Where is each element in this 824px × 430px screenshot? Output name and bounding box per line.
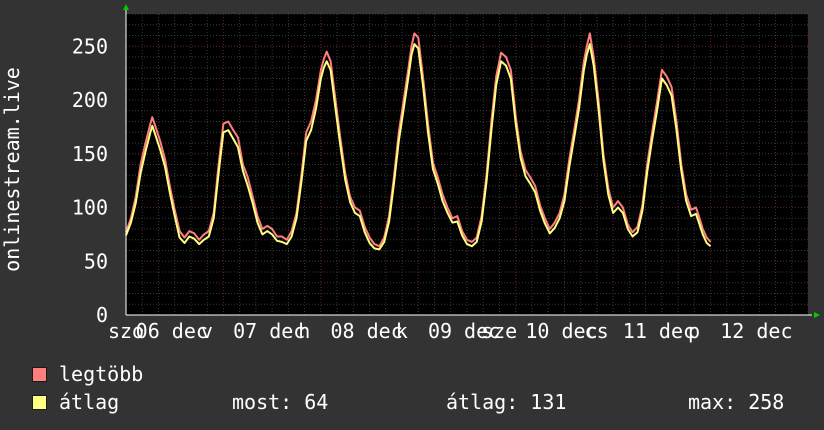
y-axis-arrow [123,4,129,10]
y-tick-label: 250 [72,34,108,58]
stat-max: max: 258 [688,390,785,414]
legend-swatch-avg [32,394,47,410]
legend-item-max: legtöbb [32,362,143,386]
legend-swatch-max [32,366,47,382]
x-tick-label: k [396,319,408,343]
x-tick-label: p [688,319,700,343]
x-tick-label: 07 dec [233,319,305,343]
stat-current: most: 64 [232,390,329,414]
x-tick-label: h [298,319,310,343]
x-tick-label: 12 dec [720,319,792,343]
x-tick-label: 08 dec [331,319,403,343]
x-tick-label: sze [481,319,517,343]
y-tick-label: 150 [72,142,108,166]
y-tick-label: 100 [72,196,108,220]
x-tick-label: 06 dec [136,319,208,343]
legend-label-max: legtöbb [59,362,144,386]
x-tick-label: cs [585,319,609,343]
legend-item-avg: átlag [32,390,119,414]
stat-average: átlag: 131 [446,390,567,414]
x-tick-label: v [201,319,213,343]
x-axis-arrow [814,312,820,318]
y-axis-title: onlinestream.live [0,67,24,272]
y-tick-label: 200 [72,88,108,112]
y-tick-label: 0 [96,303,108,327]
legend-label-avg: átlag [59,390,120,414]
x-tick-label: 11 dec [623,319,695,343]
y-tick-label: 50 [84,249,108,273]
